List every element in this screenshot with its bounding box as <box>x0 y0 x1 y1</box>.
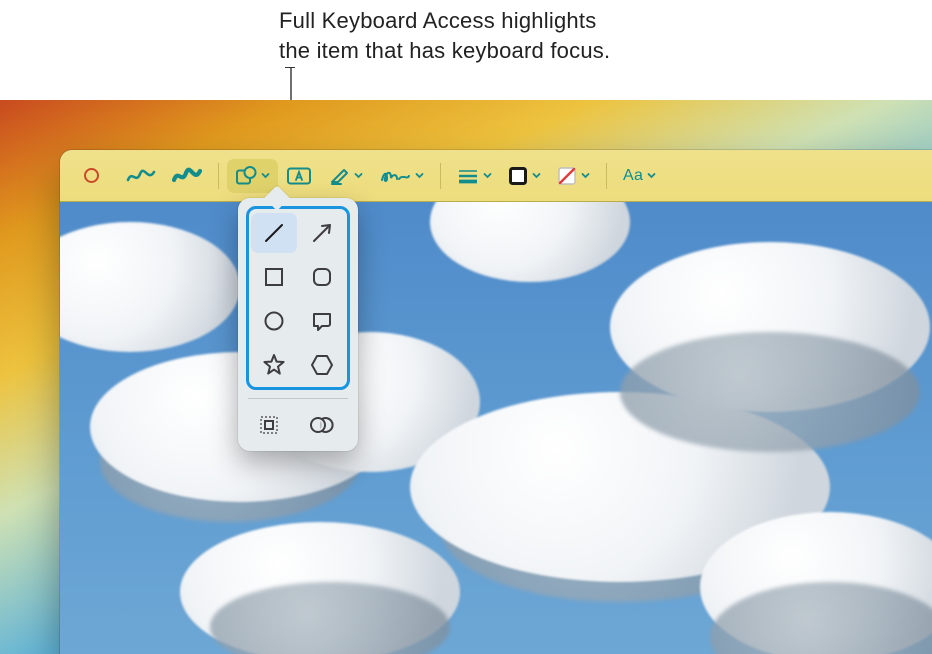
chevron-down-icon <box>647 171 656 180</box>
shapes-popover <box>238 198 358 451</box>
star-shape[interactable] <box>251 345 297 385</box>
callout-line-1: Full Keyboard Access highlights <box>279 6 719 36</box>
chevron-down-icon <box>483 171 492 180</box>
chevron-down-icon <box>532 171 541 180</box>
line-icon <box>261 220 287 246</box>
speech-bubble-icon <box>309 308 335 334</box>
toolbar-separator <box>218 163 219 189</box>
font-aa-label: Aa <box>623 167 643 185</box>
rounded-square-shape[interactable] <box>299 257 345 297</box>
circle-shape[interactable] <box>251 301 297 341</box>
keyboard-focus-region <box>246 206 350 390</box>
signature-button[interactable] <box>371 159 432 193</box>
signature-icon <box>379 166 411 186</box>
toolbar-separator <box>440 163 441 189</box>
chevron-down-icon <box>581 171 590 180</box>
loupe-icon <box>256 412 282 438</box>
shapes-button[interactable] <box>227 159 278 193</box>
callout-text: Full Keyboard Access highlights the item… <box>279 6 719 65</box>
callout-line-2: the item that has keyboard focus. <box>279 36 719 66</box>
toolbar-separator <box>606 163 607 189</box>
sketch-icon <box>126 166 156 186</box>
draw-button[interactable] <box>164 159 210 193</box>
star-icon <box>261 352 287 378</box>
popover-separator <box>248 398 348 399</box>
image-canvas[interactable] <box>60 202 932 654</box>
arrow-shape[interactable] <box>299 213 345 253</box>
border-color-button[interactable] <box>500 159 549 193</box>
hexagon-shape[interactable] <box>299 345 345 385</box>
fill-color-icon <box>557 166 577 186</box>
app-window: Aa <box>60 150 932 654</box>
chevron-down-icon <box>415 171 424 180</box>
sketch-button[interactable] <box>118 159 164 193</box>
draw-icon <box>172 166 202 186</box>
shapes-icon <box>235 165 257 187</box>
highlight-icon <box>328 165 350 187</box>
chevron-down-icon <box>354 171 363 180</box>
mask-tool[interactable] <box>299 405 345 445</box>
highlight-button[interactable] <box>320 159 371 193</box>
loupe-tool[interactable] <box>246 405 292 445</box>
record-icon <box>84 168 99 183</box>
record-button[interactable] <box>70 159 112 193</box>
fill-color-button[interactable] <box>549 159 598 193</box>
text-button[interactable] <box>278 159 320 193</box>
arrow-icon <box>309 220 335 246</box>
rounded-square-icon <box>309 264 335 290</box>
markup-toolbar: Aa <box>60 150 932 202</box>
border-color-icon <box>508 166 528 186</box>
mask-icon <box>308 413 336 437</box>
line-shape[interactable] <box>251 213 297 253</box>
callout-tick-top <box>285 67 295 68</box>
stroke-lines-icon <box>457 167 479 185</box>
square-icon <box>261 264 287 290</box>
font-style-button[interactable]: Aa <box>615 159 664 193</box>
speech-bubble-shape[interactable] <box>299 301 345 341</box>
text-box-icon <box>286 166 312 186</box>
chevron-down-icon <box>261 171 270 180</box>
stroke-style-button[interactable] <box>449 159 500 193</box>
circle-icon <box>261 308 287 334</box>
square-shape[interactable] <box>251 257 297 297</box>
hexagon-icon <box>309 352 335 378</box>
